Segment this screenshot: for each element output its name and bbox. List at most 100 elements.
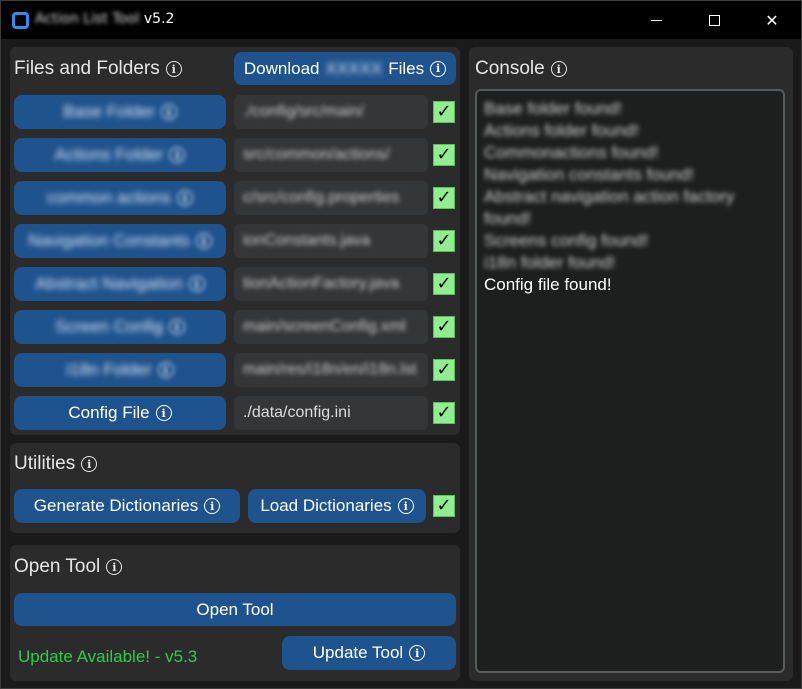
file-path-text: c/src/config.properties [243, 189, 400, 206]
file-path-text: main/screenConfig.xml [243, 318, 406, 335]
file-path-text: main/res/i18n/en/i18n.lst [243, 361, 417, 378]
info-icon: i [430, 60, 447, 77]
info-icon: i [397, 498, 414, 514]
file-found-check[interactable]: ✓ [433, 273, 455, 295]
open-tool-button[interactable]: Open Tool [14, 593, 456, 626]
load-dictionaries-button[interactable]: Load Dictionaries i [248, 489, 426, 523]
file-select-label: Base Folder [63, 102, 155, 121]
file-path-field[interactable]: ./config/src/main/ [234, 95, 428, 129]
info-icon[interactable]: i [81, 456, 98, 472]
info-icon[interactable]: i [550, 61, 567, 77]
file-select-button[interactable]: Abstract Navigation i [14, 267, 226, 301]
file-path-field[interactable]: src/common/actions/ [234, 138, 428, 172]
minimize-icon [650, 19, 662, 21]
file-path-field[interactable]: ionConstants.java [234, 224, 428, 258]
file-select-button[interactable]: Screen Config i [14, 310, 226, 344]
download-blurred: XXXXX [325, 58, 383, 78]
info-icon: i [169, 147, 186, 163]
open-tool-title: Open Tool [14, 556, 101, 577]
file-found-check[interactable]: ✓ [433, 402, 455, 424]
info-icon: i [176, 190, 193, 206]
files-title: Files and Folders [14, 58, 160, 79]
file-select-button[interactable]: Navigation Constants i [14, 224, 226, 258]
update-status: Update Available! - v5.3 [18, 647, 198, 666]
update-tool-button[interactable]: Update Tool i [282, 636, 456, 670]
load-dictionaries-check[interactable]: ✓ [433, 495, 455, 517]
checkmark-icon: ✓ [436, 495, 452, 516]
file-path-field[interactable]: c/src/config.properties [234, 181, 428, 215]
checkmark-icon: ✓ [436, 230, 452, 251]
files-panel: Files and Folders i Download XXXXX Files… [10, 47, 460, 435]
file-select-label: Actions Folder [54, 145, 164, 164]
file-select-button[interactable]: Base Folder i [14, 95, 226, 129]
console-line: Navigation constants found! [484, 165, 694, 184]
file-found-check[interactable]: ✓ [433, 187, 455, 209]
checkmark-icon: ✓ [436, 316, 452, 337]
download-files-button[interactable]: Download XXXXX Files i [234, 52, 456, 85]
info-icon: i [204, 498, 221, 514]
file-path-field[interactable]: ./data/config.ini [234, 396, 428, 430]
file-path-field[interactable]: tionActionFactory.java [234, 267, 428, 301]
info-icon: i [195, 233, 212, 249]
console-line: Screens config found! [484, 231, 649, 250]
file-select-label: common actions [47, 188, 171, 207]
maximize-icon [708, 14, 720, 26]
checkmark-icon: ✓ [436, 402, 452, 423]
file-select-button[interactable]: common actions i [14, 181, 226, 215]
file-select-button[interactable]: i18n Folder i [14, 353, 226, 387]
console-line: Config file found! [484, 275, 612, 294]
info-icon: i [409, 645, 426, 661]
open-tool-panel: Open Tool i Open Tool Update Available! … [10, 545, 460, 681]
file-path-text: ionConstants.java [243, 232, 371, 249]
file-select-label: Screen Config [55, 317, 163, 336]
console-output[interactable]: Base folder found! Actions folder found! C… [475, 89, 785, 673]
file-select-label: Config File [68, 403, 150, 422]
utilities-panel: Utilities i Generate Dictionaries i Load… [10, 443, 460, 533]
file-path-text: tionActionFactory.java [243, 275, 400, 292]
info-icon: i [168, 319, 185, 335]
console-line: Commonactions found! [484, 143, 659, 162]
checkmark-icon: ✓ [436, 187, 452, 208]
file-select-label: Abstract Navigation [35, 274, 183, 293]
maximize-button[interactable] [685, 1, 743, 39]
console-section-title: Console i [475, 58, 567, 80]
open-tool-section-title: Open Tool i [14, 556, 123, 578]
window-version: v5.2 [143, 11, 175, 27]
file-select-button[interactable]: Config File i [14, 396, 226, 430]
console-line: Abstract navigation action factory found… [484, 187, 735, 228]
file-path-field[interactable]: main/res/i18n/en/i18n.lst [234, 353, 428, 387]
file-path-text: ./config/src/main/ [243, 103, 364, 120]
file-select-button[interactable]: Actions Folder i [14, 138, 226, 172]
file-select-label: i18n Folder [66, 360, 152, 379]
info-icon[interactable]: i [106, 559, 123, 575]
file-found-check[interactable]: ✓ [433, 230, 455, 252]
close-icon: ✕ [765, 10, 779, 30]
minimize-button[interactable] [627, 1, 685, 39]
info-icon[interactable]: i [165, 61, 182, 77]
checkmark-icon: ✓ [436, 359, 452, 380]
file-path-text: ./data/config.ini [243, 404, 351, 421]
console-line: i18n folder found! [484, 253, 616, 272]
file-path-field[interactable]: main/screenConfig.xml [234, 310, 428, 344]
console-line: Base folder found! [484, 99, 622, 118]
app-icon [12, 12, 29, 29]
title-bar: Action List Tool v5.2 ✕ [1, 1, 801, 39]
info-icon: i [188, 276, 205, 292]
close-button[interactable]: ✕ [743, 1, 801, 39]
checkmark-icon: ✓ [436, 273, 452, 294]
utilities-section-title: Utilities i [14, 453, 98, 475]
info-icon: i [157, 362, 174, 378]
utilities-title: Utilities [14, 453, 76, 474]
file-found-check[interactable]: ✓ [433, 316, 455, 338]
generate-dictionaries-button[interactable]: Generate Dictionaries i [14, 489, 240, 523]
console-line: Actions folder found! [484, 121, 639, 140]
load-label: Load Dictionaries [260, 496, 392, 515]
console-panel: Console i Base folder found! Actions fold… [469, 47, 793, 681]
download-suffix: Files [388, 58, 425, 78]
file-found-check[interactable]: ✓ [433, 359, 455, 381]
file-select-label: Navigation Constants [28, 231, 190, 250]
file-found-check[interactable]: ✓ [433, 144, 455, 166]
file-found-check[interactable]: ✓ [433, 101, 455, 123]
info-icon: i [160, 104, 177, 120]
console-title: Console [475, 58, 545, 79]
